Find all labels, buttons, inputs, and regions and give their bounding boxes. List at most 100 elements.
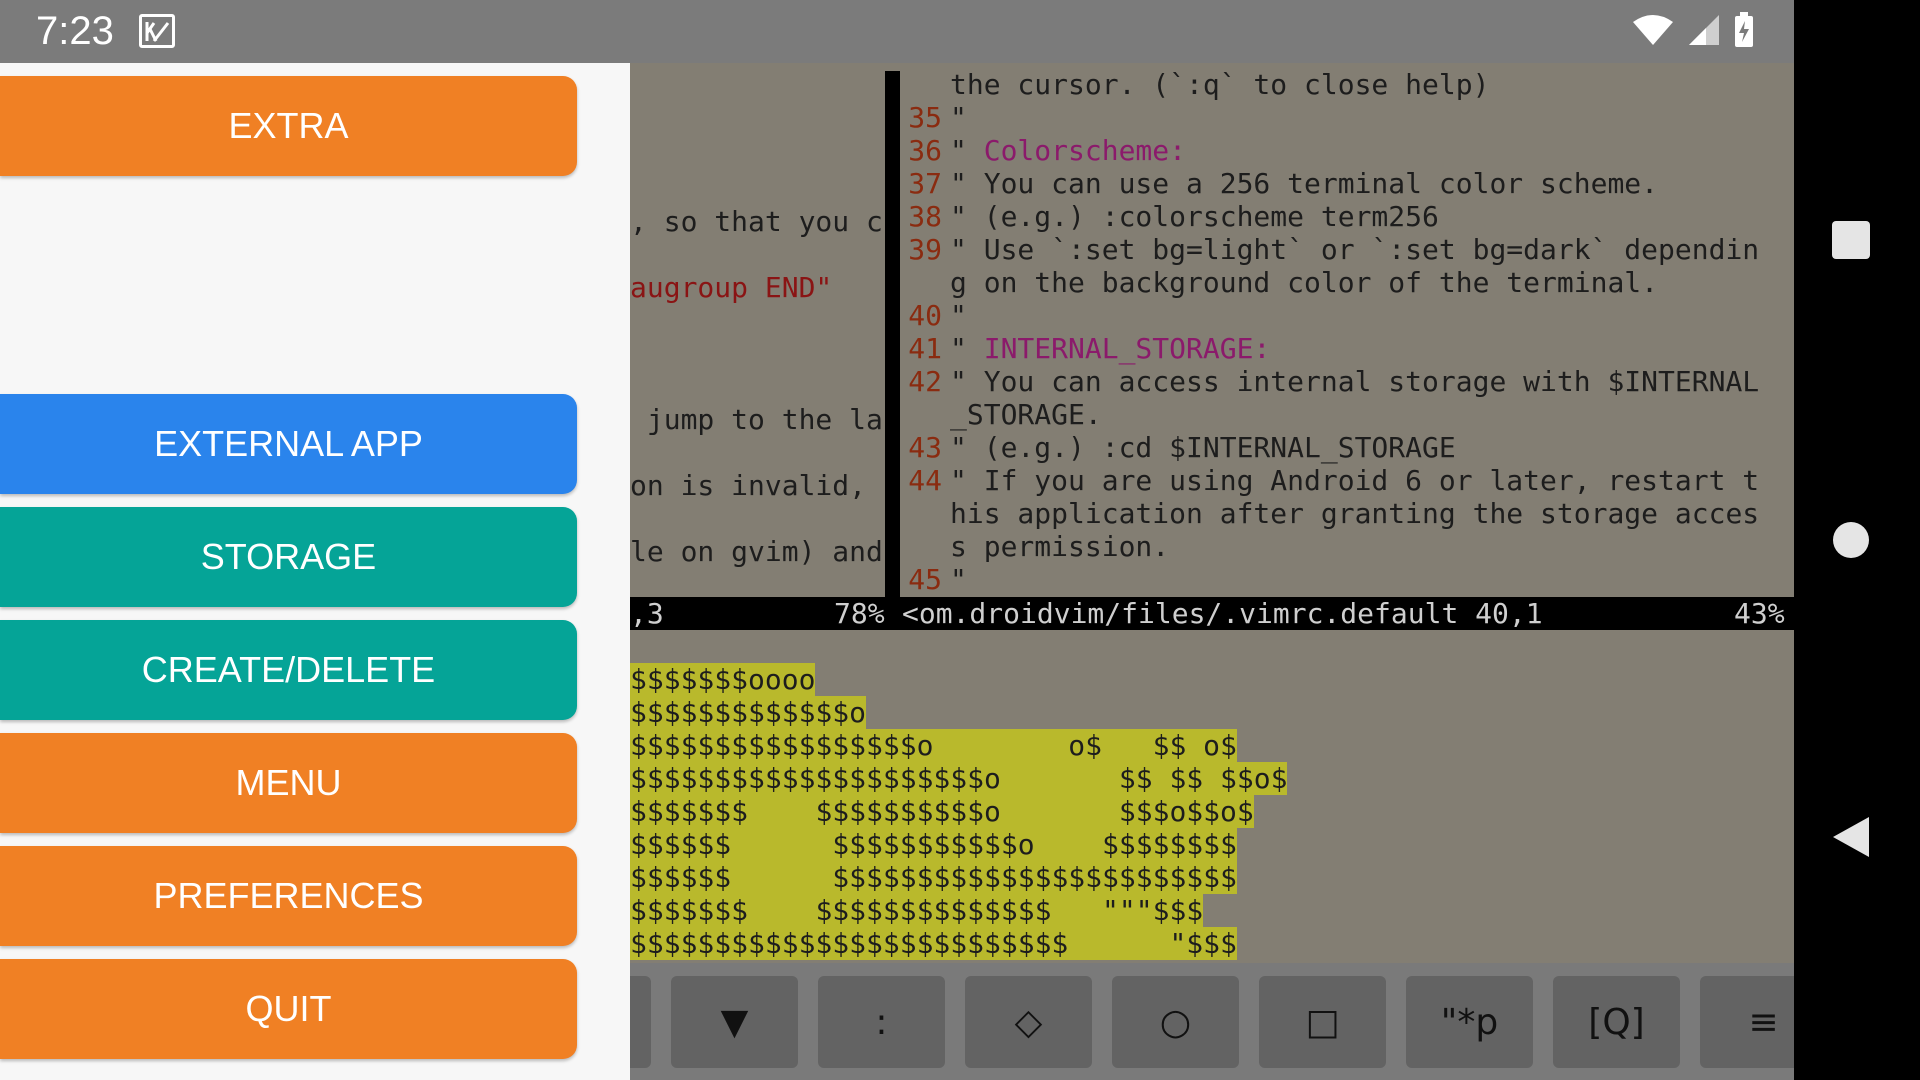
battery-charging-icon [1734, 11, 1754, 53]
line-text: _STORAGE. [950, 398, 1102, 431]
side-drawer: EXTRA EXTERNAL APP STORAGE CREATE/DELETE MEN… [0, 63, 630, 1080]
code-line: 35 " [900, 101, 1794, 134]
line-number: 44 [908, 464, 942, 497]
art-line: $$$$$$$ $$$$$$$$$$$$$$ """$$$ [630, 894, 1794, 927]
code-line: 44 " If you are using Android 6 or later,… [900, 464, 1794, 497]
code-line: 42 " You can access internal storage with… [900, 365, 1794, 398]
art-line: $$$$$$$$$$$$$$$$$$$$$$$$$$ "$$$ [630, 927, 1794, 960]
line-number: 45 [908, 563, 942, 596]
left-pane-line: jump to the la [630, 403, 883, 436]
left-pane-line: , so that you c [630, 205, 883, 238]
code-line: s permission. [900, 530, 1794, 563]
line-number: 40 [908, 299, 942, 332]
left-window-percent: 78% [834, 597, 885, 630]
line-number: 35 [908, 101, 942, 134]
vim-left-window[interactable]: , so that you c augroup END" jump to the… [630, 69, 885, 595]
line-text: " [950, 332, 984, 365]
code-line: 41 " INTERNAL_STORAGE: [900, 332, 1794, 365]
status-bar: 7:23 [0, 0, 1794, 63]
key-button-circle[interactable]: ○ [1112, 976, 1239, 1068]
line-text: " [950, 134, 984, 167]
key-button-diamond[interactable]: ◇ [965, 976, 1092, 1068]
line-text: " You can access internal storage with $… [950, 365, 1760, 398]
line-text: his application after granting the stora… [950, 497, 1760, 530]
code-line: 39 " Use `:set bg=light` or `:set bg=dark… [900, 233, 1794, 266]
navigation-bar [1794, 0, 1920, 1080]
back-icon[interactable] [1831, 815, 1871, 864]
left-pane-line: le on gvim) and [630, 535, 883, 568]
window-vertical-split[interactable] [885, 71, 900, 597]
line-text: s permission. [950, 530, 1170, 563]
code-line: _STORAGE. [900, 398, 1794, 431]
art-highlight: $$$$$$$$$$$$$$$$$$$$$$$$$$ [630, 927, 1069, 960]
extra-button[interactable]: EXTRA [0, 76, 577, 176]
art-line: $$$$$$ $$$$$$$$$$$$$$$$$$$$$$$$ [630, 861, 1794, 894]
art-line: $$$$$$$ $$$$$$$$$$o $$$o$$o$ [630, 795, 1794, 828]
art-highlight: $$$$$$$$$$$$$o [630, 696, 867, 729]
key-button-paste[interactable]: "*p [1406, 976, 1533, 1068]
line-number: 42 [908, 365, 942, 398]
code-line: 38 " (e.g.) :colorscheme term256 [900, 200, 1794, 233]
vim-right-window[interactable]: the cursor. (`:q` to close help) 35 " 36 " C… [900, 68, 1794, 598]
code-line: 45 " [900, 563, 1794, 596]
right-window-percent: 43% [1734, 597, 1785, 630]
art-rest: $$$$$$$$$$$$$$$$$$$$$$$$ [731, 861, 1237, 894]
key-button-quit[interactable]: [Q] [1553, 976, 1680, 1068]
line-number: 38 [908, 200, 942, 233]
current-file-status: <om.droidvim/files/.vimrc.default 40,1 [902, 597, 1543, 630]
code-line: the cursor. (`:q` to close help) [900, 68, 1794, 101]
left-pane-line: on is invalid, [630, 469, 883, 502]
art-rest: $$$$$$$$$$o $$$o$$o$ [748, 795, 1254, 828]
code-line: 36 " Colorscheme: [900, 134, 1794, 167]
code-line: his application after granting the stora… [900, 497, 1794, 530]
art-line: $$$$$$$$$$$$$$$$$$$$$o $$ $$ $$o$ [630, 762, 1794, 795]
line-number: 43 [908, 431, 942, 464]
line-number: 37 [908, 167, 942, 200]
menu-button[interactable]: MENU [0, 733, 577, 833]
app-notification-icon [139, 14, 175, 48]
art-highlight: $$$$$$$$$$$$$$$$$$$$$o [630, 762, 1001, 795]
quit-button[interactable]: QUIT [0, 959, 577, 1059]
art-highlight: $$$$$$$$$$$$$$$$$o [630, 729, 934, 762]
key-button-square[interactable]: □ [1259, 976, 1386, 1068]
key-button-down[interactable]: ▼ [671, 976, 798, 1068]
cell-signal-icon [1688, 14, 1720, 51]
vim-key-toolbar: ▼: ◇ ○ □ "*p [Q] ≡ [524, 963, 1794, 1080]
key-button-menu[interactable]: ≡ [1700, 976, 1794, 1068]
art-highlight: $$$$$$ [630, 828, 732, 861]
line-text: " (e.g.) :cd $INTERNAL_STORAGE [950, 431, 1456, 464]
line-text: g on the background color of the termina… [950, 266, 1659, 299]
art-highlight: $$$$$$ [630, 861, 732, 894]
left-pane-line: augroup END" [630, 271, 833, 304]
art-rest: o$ $$ o$ [933, 729, 1237, 762]
line-number: 39 [908, 233, 942, 266]
external-app-button[interactable]: EXTERNAL APP [0, 394, 577, 494]
line-text: " (e.g.) :colorscheme term256 [950, 200, 1439, 233]
status-time: 7:23 [36, 9, 114, 53]
art-line: $$$$$$$oooo [630, 663, 1794, 696]
create-delete-button[interactable]: CREATE/DELETE [0, 620, 577, 720]
key-button-colon[interactable]: : [818, 976, 945, 1068]
art-highlight: $$$$$$$ [630, 894, 749, 927]
recents-icon[interactable] [1831, 220, 1871, 265]
line-text: " If you are using Android 6 or later, r… [950, 464, 1760, 497]
art-line: $$$$$$ $$$$$$$$$$$o $$$$$$$$ [630, 828, 1794, 861]
code-line: 43 " (e.g.) :cd $INTERNAL_STORAGE [900, 431, 1794, 464]
art-highlight: $$$$$$$ [630, 795, 749, 828]
storage-button[interactable]: STORAGE [0, 507, 577, 607]
line-text: " [950, 563, 967, 596]
art-line: $$$$$$$$$$$$$o [630, 696, 1794, 729]
status-icons [1632, 11, 1754, 53]
line-text: " You can use a 256 terminal color schem… [950, 167, 1659, 200]
code-line: 37 " You can use a 256 terminal color sch… [900, 167, 1794, 200]
home-icon[interactable] [1831, 520, 1871, 565]
line-text: " Use `:set bg=light` or `:set bg=dark` … [950, 233, 1760, 266]
preferences-button[interactable]: PREFERENCES [0, 846, 577, 946]
section-title: Colorscheme: [983, 134, 1187, 167]
code-line: g on the background color of the termina… [900, 266, 1794, 299]
line-text: the cursor. (`:q` to close help) [950, 68, 1490, 101]
art-rest: "$$$ [1068, 927, 1237, 960]
code-line: 40 " [900, 299, 1794, 332]
section-title: INTERNAL_STORAGE: [983, 332, 1271, 365]
art-line: $$$$$$$$$$$$$$$$$o o$ $$ o$ [630, 729, 1794, 762]
